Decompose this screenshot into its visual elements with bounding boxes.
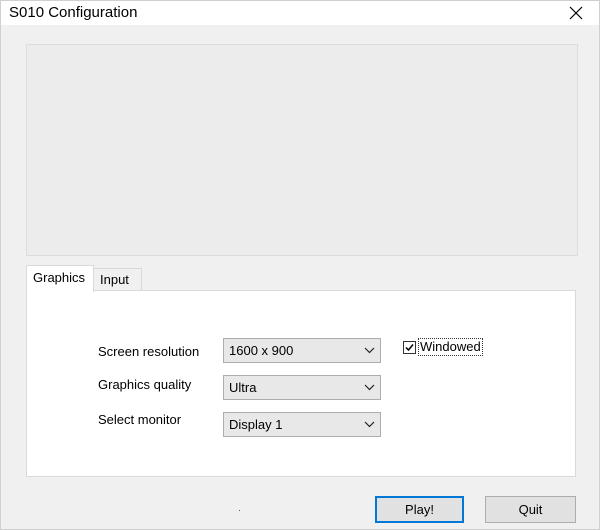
chevron-down-icon — [364, 413, 375, 436]
chevron-down-icon — [364, 339, 375, 362]
select-monitor-value: Display 1 — [229, 417, 283, 432]
screen-resolution-label: Screen resolution — [98, 344, 200, 359]
chevron-down-icon — [364, 376, 375, 399]
select-monitor-label: Select monitor — [98, 412, 182, 427]
select-monitor-dropdown[interactable]: Display 1 — [223, 412, 381, 437]
graphics-quality-dropdown[interactable]: Ultra — [223, 375, 381, 400]
banner-image — [26, 44, 578, 256]
screen-resolution-value: 1600 x 900 — [229, 343, 294, 358]
check-icon — [405, 343, 414, 351]
title-bar: S010 Configuration — [1, 1, 599, 25]
stray-dot — [239, 510, 240, 511]
window-title: S010 Configuration — [9, 4, 138, 21]
quit-button[interactable]: Quit — [485, 496, 576, 523]
tab-graphics[interactable]: Graphics — [26, 265, 94, 292]
windowed-label[interactable]: Windowed — [418, 338, 483, 356]
graphics-quality-label: Graphics quality — [98, 377, 192, 392]
play-button[interactable]: Play! — [375, 496, 464, 523]
configuration-window: S010 Configuration Graphics Input Screen… — [0, 0, 600, 530]
windowed-checkbox-group[interactable]: Windowed — [403, 338, 483, 356]
tab-input[interactable]: Input — [93, 268, 142, 291]
graphics-quality-value: Ultra — [229, 380, 257, 395]
windowed-checkbox[interactable] — [403, 340, 416, 354]
close-button[interactable] — [553, 1, 599, 25]
close-icon — [569, 6, 583, 20]
screen-resolution-dropdown[interactable]: 1600 x 900 — [223, 338, 381, 363]
